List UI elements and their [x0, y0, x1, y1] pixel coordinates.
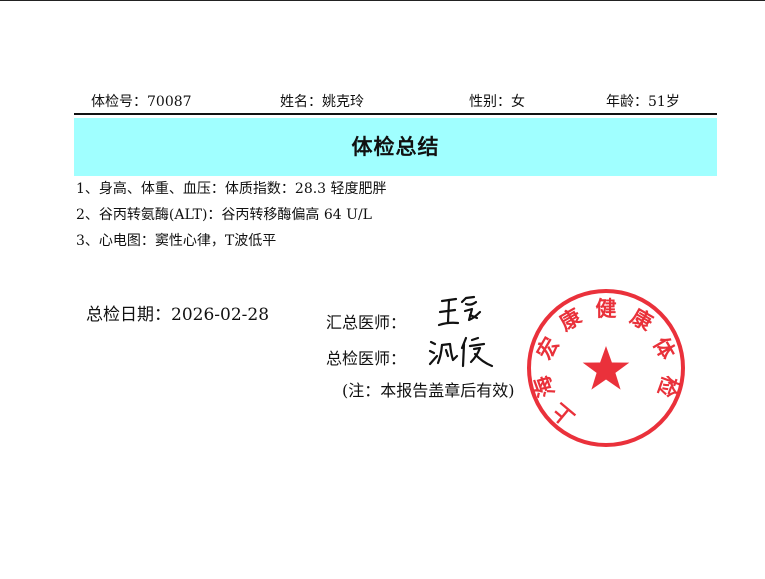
chief-doctor-signature [428, 336, 494, 368]
header-underline [74, 113, 717, 115]
name-value: 姚克玲 [322, 94, 364, 110]
validity-note: (注：本报告盖章后有效) [342, 381, 515, 400]
age-value: 51岁 [648, 94, 680, 110]
exam-number-value: 70087 [147, 94, 192, 110]
age-label: 年龄： [606, 94, 648, 110]
exam-date: 总检日期：2026-02-28 [86, 300, 269, 325]
page-title: 体检总结 [351, 135, 440, 159]
exam-number-field: 体检号：70087 [91, 91, 192, 111]
exam-date-label: 总检日期： [86, 305, 171, 325]
name-field: 姓名：姚克玲 [280, 91, 364, 111]
gender-field: 性别：女 [469, 91, 525, 111]
summary-item: 2、谷丙转氨酶(ALT)：谷丙转移酶偏高 64 U/L [76, 207, 372, 223]
patient-info-row: 体检号：70087 姓名：姚克玲 性别：女 年龄：51岁 [74, 88, 717, 114]
title-band: 体检总结 [74, 118, 717, 176]
summary-doctor-signature [437, 295, 482, 327]
name-label: 姓名： [280, 94, 322, 110]
age-field: 年龄：51岁 [606, 91, 680, 111]
star-icon [582, 346, 630, 390]
gender-label: 性别： [469, 94, 511, 110]
seal-char: 健 [596, 297, 617, 321]
chief-doctor-label: 总检医师： [326, 349, 407, 368]
summary-item: 1、身高、体重、血压：体质指数：28.3 轻度肥胖 [76, 181, 387, 197]
gender-value: 女 [511, 94, 525, 110]
summary-doctor-label: 汇总医师： [326, 313, 407, 332]
official-seal: 上 海 宏 康 健 康 体 检 [527, 289, 685, 447]
exam-date-value: 2026-02-28 [171, 305, 270, 325]
summary-item: 3、心电图：窦性心律，T波低平 [76, 233, 277, 249]
exam-number-label: 体检号： [91, 94, 147, 110]
top-border-line [0, 0, 765, 1]
